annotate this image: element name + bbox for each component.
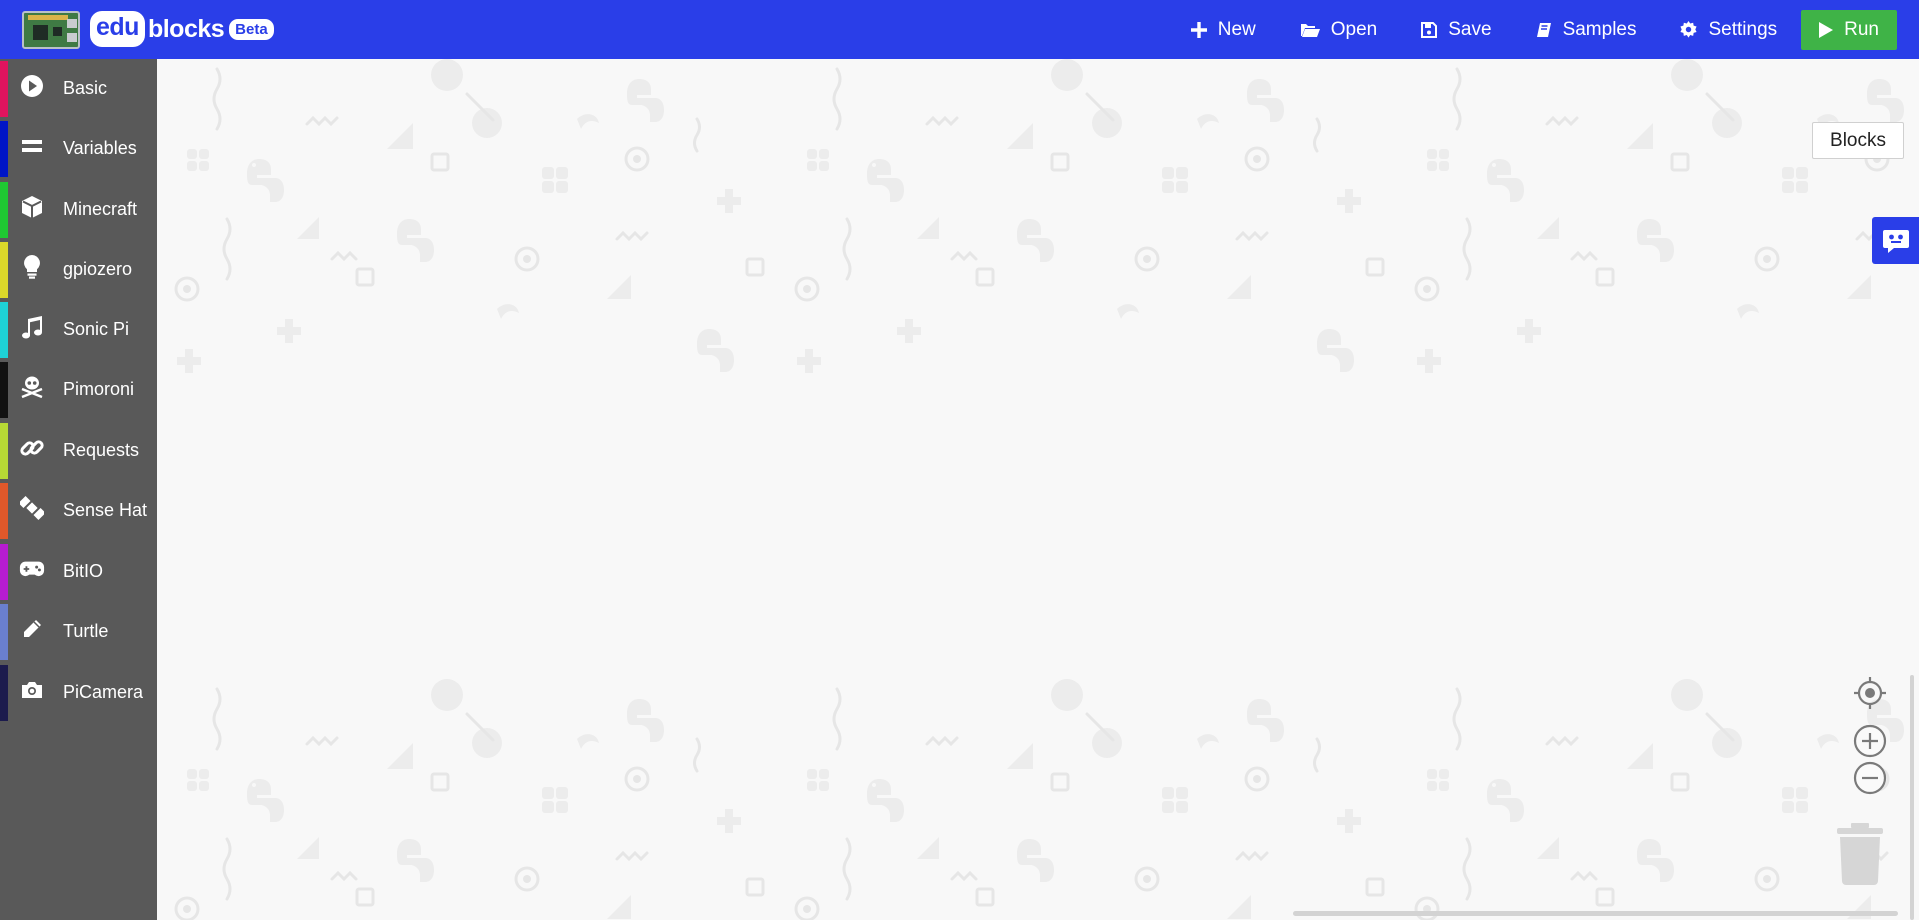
gamepad-icon <box>19 556 45 582</box>
category-label: Basic <box>63 78 108 98</box>
cube-icon <box>19 194 45 220</box>
category-label: Requests <box>63 440 140 460</box>
book-icon <box>1536 22 1551 37</box>
settings-button-label: Settings <box>1708 18 1778 40</box>
category-sonic-pi[interactable]: Sonic Pi <box>0 300 157 358</box>
category-minecraft[interactable]: Minecraft <box>0 180 157 238</box>
blocks-view-tab[interactable]: Blocks <box>1812 122 1904 159</box>
zoom-in-icon <box>1853 724 1887 758</box>
category-color-stripe <box>0 302 8 358</box>
open-button-label: Open <box>1330 18 1378 40</box>
block-category-sidebar: Basic Variables Minecraft gpiozero Sonic… <box>0 59 157 920</box>
category-label: Variables <box>63 138 137 158</box>
new-button[interactable]: New <box>1169 0 1278 59</box>
category-color-stripe <box>0 604 8 660</box>
workspace-background-pattern <box>157 59 1919 920</box>
horizontal-scrollbar[interactable] <box>1293 911 1898 916</box>
category-color-stripe <box>0 423 8 479</box>
blocks-view-tab-label: Blocks <box>1830 129 1886 151</box>
category-sense-hat[interactable]: Sense Hat <box>0 481 157 539</box>
recenter-icon <box>1854 677 1886 709</box>
trash-can-button[interactable] <box>1837 823 1883 885</box>
beta-badge: Beta <box>229 18 274 40</box>
samples-button[interactable]: Samples <box>1514 0 1659 59</box>
satellite-icon <box>19 495 45 521</box>
category-color-stripe <box>0 242 8 298</box>
run-button-label: Run <box>1844 18 1879 40</box>
vertical-scrollbar[interactable] <box>1910 675 1914 920</box>
category-color-stripe <box>0 182 8 238</box>
chat-robot-icon <box>1882 229 1909 253</box>
main-menu: New Open Save Samples Settings Run <box>1169 0 1919 59</box>
gear-icon <box>1680 21 1698 38</box>
category-picamera[interactable]: PiCamera <box>0 663 157 721</box>
lightbulb-icon <box>19 254 45 280</box>
edublocks-logo: edu blocks Beta <box>90 10 274 48</box>
folder-open-icon <box>1300 23 1320 37</box>
category-turtle[interactable]: Turtle <box>0 602 157 660</box>
category-pimoroni[interactable]: Pimoroni <box>0 360 157 418</box>
recenter-button[interactable] <box>1853 676 1887 710</box>
category-basic[interactable]: Basic <box>0 59 157 117</box>
category-color-stripe <box>0 544 8 600</box>
top-bar: edu blocks Beta New Open Save Samples Se… <box>0 0 1919 59</box>
skull-crossbones-icon <box>19 374 45 400</box>
link-icon <box>19 435 45 461</box>
play-icon <box>1819 21 1834 38</box>
category-label: Sense Hat <box>63 500 148 520</box>
brand-blocks-text: blocks <box>147 14 225 43</box>
category-gpiozero[interactable]: gpiozero <box>0 240 157 298</box>
pencil-icon <box>19 616 45 642</box>
play-circle-icon <box>19 73 45 99</box>
category-color-stripe <box>0 362 8 418</box>
category-variables[interactable]: Variables <box>0 119 157 177</box>
category-requests[interactable]: Requests <box>0 421 157 479</box>
equals-icon <box>19 133 45 159</box>
save-button-label: Save <box>1448 18 1492 40</box>
brand-edu-text: edu <box>90 11 145 47</box>
category-label: Minecraft <box>63 199 138 219</box>
run-button[interactable]: Run <box>1801 9 1897 50</box>
zoom-out-icon <box>1853 761 1887 795</box>
trash-can-icon <box>1837 823 1883 885</box>
category-bitio[interactable]: BitIO <box>0 542 157 600</box>
zoom-out-button[interactable] <box>1853 761 1887 795</box>
zoom-in-button[interactable] <box>1853 724 1887 758</box>
raspberry-pi-board-logo <box>22 11 80 49</box>
category-label: BitIO <box>63 561 104 581</box>
category-label: Turtle <box>63 621 109 641</box>
open-button[interactable]: Open <box>1278 0 1399 59</box>
category-color-stripe <box>0 121 8 177</box>
plus-icon <box>1190 21 1207 38</box>
samples-button-label: Samples <box>1562 18 1637 40</box>
category-label: Pimoroni <box>63 379 135 399</box>
new-button-label: New <box>1217 18 1256 40</box>
category-label: PiCamera <box>63 682 144 702</box>
blocks-workspace[interactable]: Blocks <box>157 59 1919 920</box>
category-color-stripe <box>0 665 8 721</box>
settings-button[interactable]: Settings <box>1658 0 1799 59</box>
save-button[interactable]: Save <box>1399 0 1513 59</box>
category-label: Sonic Pi <box>63 319 130 339</box>
music-note-icon <box>19 314 45 340</box>
floppy-disk-icon <box>1421 21 1438 38</box>
category-label: gpiozero <box>63 259 133 279</box>
category-color-stripe <box>0 483 8 539</box>
category-color-stripe <box>0 61 8 117</box>
feedback-button[interactable] <box>1872 217 1919 264</box>
camera-icon <box>19 677 45 703</box>
